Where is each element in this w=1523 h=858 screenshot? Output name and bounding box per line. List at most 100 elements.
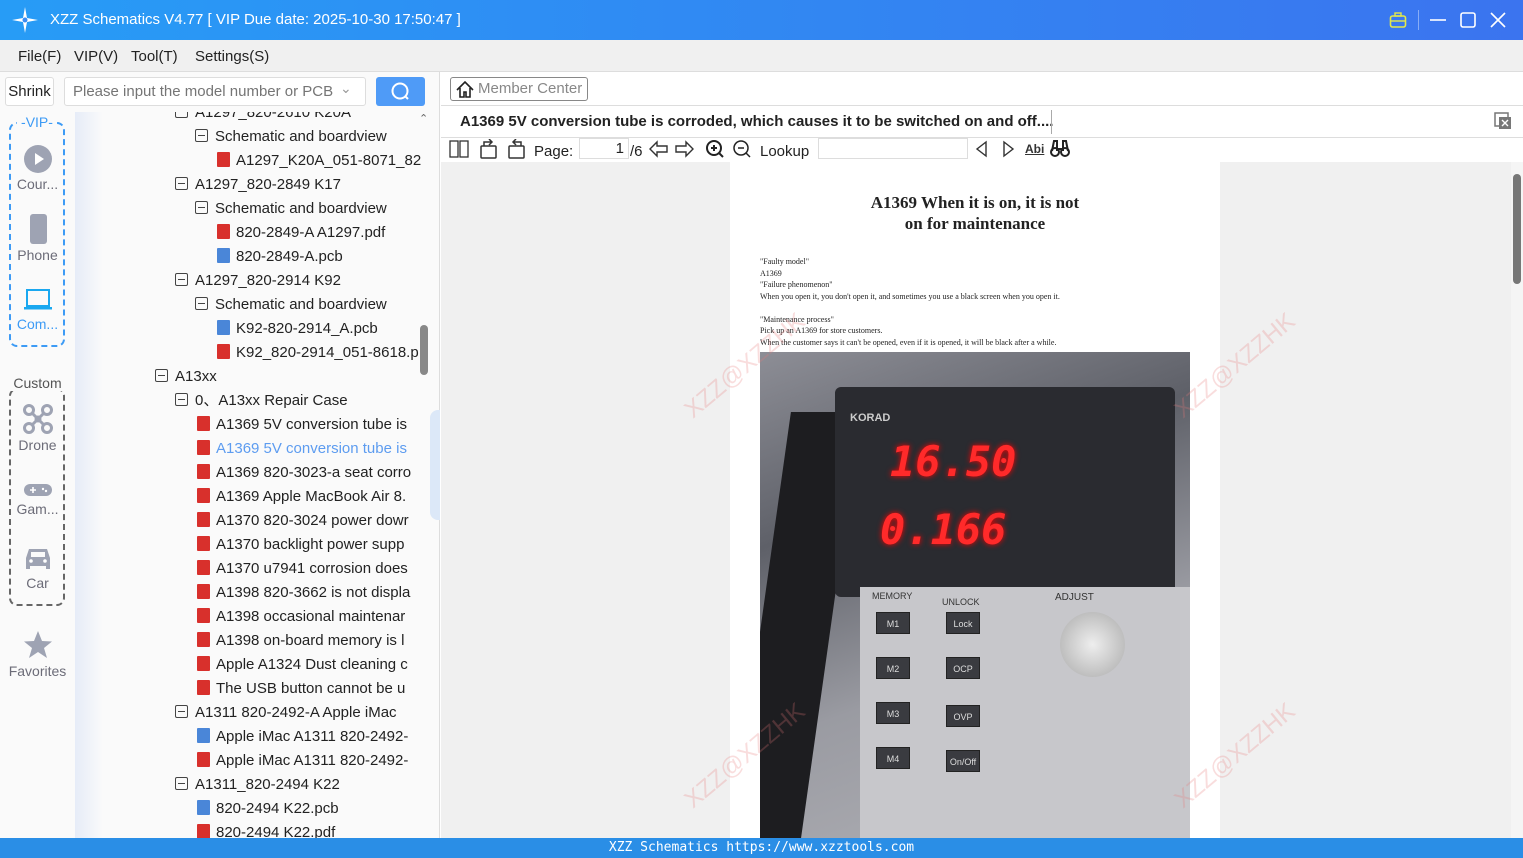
viewer-scrollbar-thumb[interactable]: [1513, 174, 1521, 284]
collapse-icon[interactable]: [175, 777, 188, 790]
tree-file-pdf[interactable]: A1369 Apple MacBook Air 8.: [197, 485, 406, 509]
pdf-file-icon[interactable]: [197, 464, 210, 479]
tree-file-pdf[interactable]: A1398 820-3662 is not displa: [197, 581, 410, 605]
search-button[interactable]: [376, 77, 425, 106]
pdf-file-icon[interactable]: [217, 344, 230, 359]
binoculars-icon[interactable]: [1050, 139, 1070, 159]
category-car[interactable]: Car: [0, 546, 75, 591]
shrink-button[interactable]: Shrink: [5, 77, 54, 106]
menu-vip[interactable]: VIP(V): [74, 48, 118, 65]
pdf-file-icon[interactable]: [197, 416, 210, 431]
tree-file-pdf[interactable]: Apple A1324 Dust cleaning c: [197, 653, 408, 677]
pcb-file-icon[interactable]: [217, 320, 230, 335]
tree-scrollbar[interactable]: ⌃: [418, 112, 430, 838]
close-all-tabs-icon[interactable]: [1494, 112, 1512, 130]
tree-file-pdf[interactable]: A1369 5V conversion tube is: [197, 413, 407, 437]
tree-folder[interactable]: A1297_820-2610 K20A: [175, 112, 351, 125]
tree-file-pdf[interactable]: A1370 820-3024 power dowr: [197, 509, 409, 533]
tree-folder[interactable]: A13xx: [155, 365, 217, 389]
pdf-file-icon[interactable]: [217, 152, 230, 167]
tree-file-pdf[interactable]: A1398 occasional maintenar: [197, 605, 405, 629]
tree-file-pdf[interactable]: The USB button cannot be u: [197, 677, 405, 701]
splitter-handle[interactable]: [430, 410, 440, 520]
collapse-icon[interactable]: [175, 112, 188, 118]
briefcase-icon[interactable]: [1389, 11, 1407, 29]
page-canvas[interactable]: A1369 When it is on, it is not on for ma…: [441, 162, 1511, 838]
zoom-in-icon[interactable]: [705, 139, 725, 159]
pdf-file-icon[interactable]: [197, 560, 210, 575]
menu-file[interactable]: File(F): [18, 48, 61, 65]
tree-folder[interactable]: Schematic and boardview: [195, 197, 387, 221]
find-previous-icon[interactable]: [974, 140, 990, 158]
pdf-file-icon[interactable]: [197, 536, 210, 551]
tree-file-pcb[interactable]: Apple iMac A1311 820-2492-: [197, 725, 408, 749]
tree-folder[interactable]: 0、A13xx Repair Case: [175, 389, 348, 413]
tree-scrollbar-thumb[interactable]: [420, 325, 428, 375]
tree-folder[interactable]: A1311 820-2492-A Apple iMac: [175, 701, 397, 725]
pdf-file-icon[interactable]: [197, 632, 210, 647]
category-courses[interactable]: Cour...: [0, 145, 75, 192]
collapse-icon[interactable]: [155, 369, 168, 382]
collapse-icon[interactable]: [175, 177, 188, 190]
pdf-file-icon[interactable]: [197, 608, 210, 623]
pdf-file-icon[interactable]: [217, 224, 230, 239]
tree-folder[interactable]: Schematic and boardview: [195, 125, 387, 149]
category-games[interactable]: Gam...: [0, 482, 75, 517]
scroll-up-icon[interactable]: ⌃: [419, 112, 428, 125]
pdf-file-icon[interactable]: [197, 512, 210, 527]
tree-file-pdf[interactable]: A1369 820-3023-a seat corro: [197, 461, 411, 485]
collapse-icon[interactable]: [175, 393, 188, 406]
tree-folder[interactable]: A1311_820-2494 K22: [175, 773, 340, 797]
tree-folder[interactable]: A1297_820-2914 K92: [175, 269, 341, 293]
tree-file-pdf[interactable]: 820-2494 K22.pdf: [197, 821, 335, 838]
viewer-scrollbar[interactable]: [1511, 162, 1523, 838]
page-input[interactable]: 1: [579, 138, 629, 159]
tree-file-pcb[interactable]: 820-2494 K22.pcb: [197, 797, 339, 821]
tree-file-pdf[interactable]: K92_820-2914_051-8618.p: [217, 341, 419, 365]
collapse-icon[interactable]: [175, 705, 188, 718]
rotate-left-icon[interactable]: [479, 139, 499, 159]
pdf-file-icon[interactable]: [197, 824, 210, 838]
tree-file-pcb[interactable]: 820-2849-A.pcb: [217, 245, 343, 269]
tree-file-pdf[interactable]: A1297_K20A_051-8071_82: [217, 149, 421, 173]
search-input[interactable]: [64, 77, 366, 106]
tree-file-pdf[interactable]: 820-2849-A A1297.pdf: [217, 221, 385, 245]
next-page-icon[interactable]: [674, 139, 694, 159]
pdf-file-icon[interactable]: [197, 440, 210, 455]
tree-folder[interactable]: A1297_820-2849 K17: [175, 173, 341, 197]
category-drone[interactable]: Drone: [0, 404, 75, 453]
tree-file-pdf[interactable]: A1398 on-board memory is l: [197, 629, 404, 653]
pdf-file-icon[interactable]: [197, 680, 210, 695]
menu-tool[interactable]: Tool(T): [131, 48, 178, 65]
tree-folder[interactable]: Schematic and boardview: [195, 293, 387, 317]
pdf-file-icon[interactable]: [197, 656, 210, 671]
tree-file-pcb[interactable]: K92-820-2914_A.pcb: [217, 317, 378, 341]
maximize-icon[interactable]: [1458, 10, 1478, 30]
collapse-icon[interactable]: [175, 273, 188, 286]
member-center-button[interactable]: Member Center: [450, 77, 588, 101]
category-favorites[interactable]: Favorites: [0, 630, 75, 679]
pcb-file-icon[interactable]: [197, 728, 210, 743]
category-computer[interactable]: Com...: [0, 287, 75, 332]
minimize-icon[interactable]: [1428, 10, 1448, 30]
two-page-icon[interactable]: [449, 140, 469, 158]
tree-file-pdf[interactable]: A1369 5V conversion tube is: [197, 437, 407, 461]
lookup-input[interactable]: [818, 138, 968, 159]
document-tab[interactable]: A1369 5V conversion tube is corroded, wh…: [441, 105, 1523, 138]
pcb-file-icon[interactable]: [217, 248, 230, 263]
collapse-icon[interactable]: [195, 129, 208, 142]
pdf-file-icon[interactable]: [197, 584, 210, 599]
chevron-down-icon[interactable]: ⌄: [340, 80, 352, 97]
collapse-icon[interactable]: [195, 201, 208, 214]
close-icon[interactable]: [1488, 10, 1508, 30]
find-next-icon[interactable]: [1000, 140, 1016, 158]
pdf-file-icon[interactable]: [197, 488, 210, 503]
tree-file-pdf[interactable]: Apple iMac A1311 820-2492-: [197, 749, 408, 773]
tree-file-pdf[interactable]: A1370 u7941 corrosion does: [197, 557, 408, 581]
tree-file-pdf[interactable]: A1370 backlight power supp: [197, 533, 404, 557]
zoom-out-icon[interactable]: [732, 139, 752, 159]
pcb-file-icon[interactable]: [197, 800, 210, 815]
menu-settings[interactable]: Settings(S): [195, 48, 269, 65]
pdf-file-icon[interactable]: [197, 752, 210, 767]
collapse-icon[interactable]: [195, 297, 208, 310]
